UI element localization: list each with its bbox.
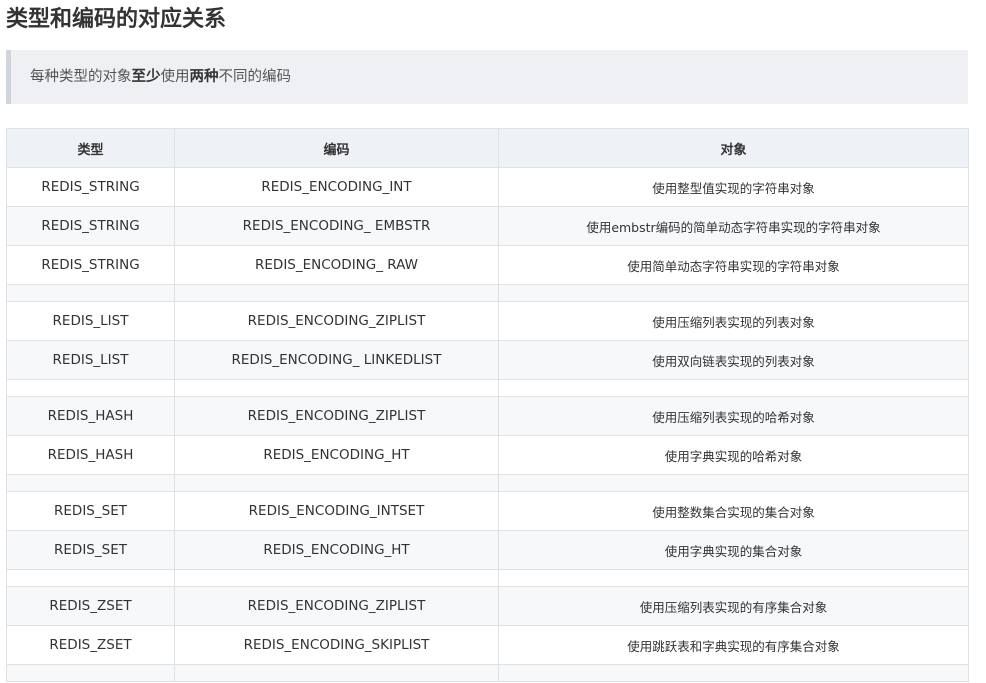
cell-type: REDIS_SET [6,530,175,570]
cell-encoding: REDIS_ENCODING_ZIPLIST [174,586,499,626]
cell-encoding: REDIS_ENCODING_ZIPLIST [174,396,499,436]
cell-type: REDIS_HASH [6,396,175,436]
cell-object [498,569,969,587]
table-row: REDIS_LIST REDIS_ENCODING_ LINKEDLIST 使用双向… [6,340,969,380]
cell-object: 使用压缩列表实现的列表对象 [498,301,969,341]
cell-type: REDIS_LIST [6,301,175,341]
cell-type: REDIS_STRING [6,206,175,246]
cell-object: 使用简单动态字符串实现的字符串对象 [498,245,969,285]
cell-encoding [174,284,499,302]
cell-encoding [174,664,499,682]
table-row: REDIS_HASH REDIS_ENCODING_ZIPLIST 使用压缩列表实现… [6,396,969,436]
cell-encoding: REDIS_ENCODING_ RAW [174,245,499,285]
cell-object: 使用字典实现的哈希对象 [498,435,969,475]
cell-object: 使用整数集合实现的集合对象 [498,491,969,531]
table-row: REDIS_LIST REDIS_ENCODING_ZIPLIST 使用压缩列表实现… [6,301,969,341]
cell-type: REDIS_STRING [6,245,175,285]
cell-type [6,474,175,492]
note-blockquote: 每种类型的对象至少使用两种不同的编码 [6,50,968,104]
cell-object [498,379,969,397]
table-row: REDIS_SET REDIS_ENCODING_HT 使用字典实现的集合对象 [6,530,969,570]
cell-type: REDIS_LIST [6,340,175,380]
cell-encoding: REDIS_ENCODING_SKIPLIST [174,625,499,665]
note-emphasis-at-least: 至少 [131,69,161,85]
table-row: REDIS_STRING REDIS_ENCODING_INT 使用整型值实现的字符… [6,167,969,207]
cell-encoding [174,379,499,397]
cell-object: 使用字典实现的集合对象 [498,530,969,570]
cell-type: REDIS_SET [6,491,175,531]
cell-object [498,664,969,682]
table-header-row: 类型 编码 对象 [6,128,969,168]
cell-type [6,379,175,397]
table-row: REDIS_SET REDIS_ENCODING_INTSET 使用整数集合实现的集… [6,491,969,531]
cell-object: 使用压缩列表实现的哈希对象 [498,396,969,436]
table-row: REDIS_STRING REDIS_ENCODING_ EMBSTR 使用embs… [6,206,969,246]
header-object: 对象 [498,128,969,168]
table-spacer-row [6,284,969,302]
cell-encoding: REDIS_ENCODING_ZIPLIST [174,301,499,341]
cell-object: 使用压缩列表实现的有序集合对象 [498,586,969,626]
table-spacer-row [6,569,969,587]
cell-encoding [174,474,499,492]
cell-type: REDIS_STRING [6,167,175,207]
type-encoding-table: 类型 编码 对象 REDIS_STRING REDIS_ENCODING_INT 使… [6,128,969,682]
table-body: REDIS_STRING REDIS_ENCODING_INT 使用整型值实现的字符… [6,167,969,682]
note-text: 不同的编码 [218,69,292,85]
cell-object: 使用跳跃表和字典实现的有序集合对象 [498,625,969,665]
cell-object: 使用双向链表实现的列表对象 [498,340,969,380]
cell-encoding: REDIS_ENCODING_ LINKEDLIST [174,340,499,380]
table-spacer-row [6,664,969,682]
cell-encoding: REDIS_ENCODING_HT [174,435,499,475]
cell-type [6,569,175,587]
table-row: REDIS_STRING REDIS_ENCODING_ RAW 使用简单动态字符串… [6,245,969,285]
header-encoding: 编码 [174,128,499,168]
page-title: 类型和编码的对应关系 [6,7,227,32]
cell-encoding: REDIS_ENCODING_INTSET [174,491,499,531]
cell-type: REDIS_ZSET [6,625,175,665]
header-type: 类型 [6,128,175,168]
cell-object: 使用embstr编码的简单动态字符串实现的字符串对象 [498,206,969,246]
table-row: REDIS_ZSET REDIS_ENCODING_ZIPLIST 使用压缩列表实现… [6,586,969,626]
table-row: REDIS_HASH REDIS_ENCODING_HT 使用字典实现的哈希对象 [6,435,969,475]
cell-object: 使用整型值实现的字符串对象 [498,167,969,207]
cell-object [498,474,969,492]
table-spacer-row [6,474,969,492]
cell-encoding: REDIS_ENCODING_HT [174,530,499,570]
note-text: 使用 [160,69,190,85]
cell-object [498,284,969,302]
cell-type: REDIS_ZSET [6,586,175,626]
cell-type [6,284,175,302]
cell-type: REDIS_HASH [6,435,175,475]
cell-type [6,664,175,682]
cell-encoding: REDIS_ENCODING_ EMBSTR [174,206,499,246]
table-spacer-row [6,379,969,397]
cell-encoding: REDIS_ENCODING_INT [174,167,499,207]
table-row: REDIS_ZSET REDIS_ENCODING_SKIPLIST 使用跳跃表和字… [6,625,969,665]
note-emphasis-two: 两种 [189,69,219,85]
note-text: 每种类型的对象 [30,69,132,85]
cell-encoding [174,569,499,587]
